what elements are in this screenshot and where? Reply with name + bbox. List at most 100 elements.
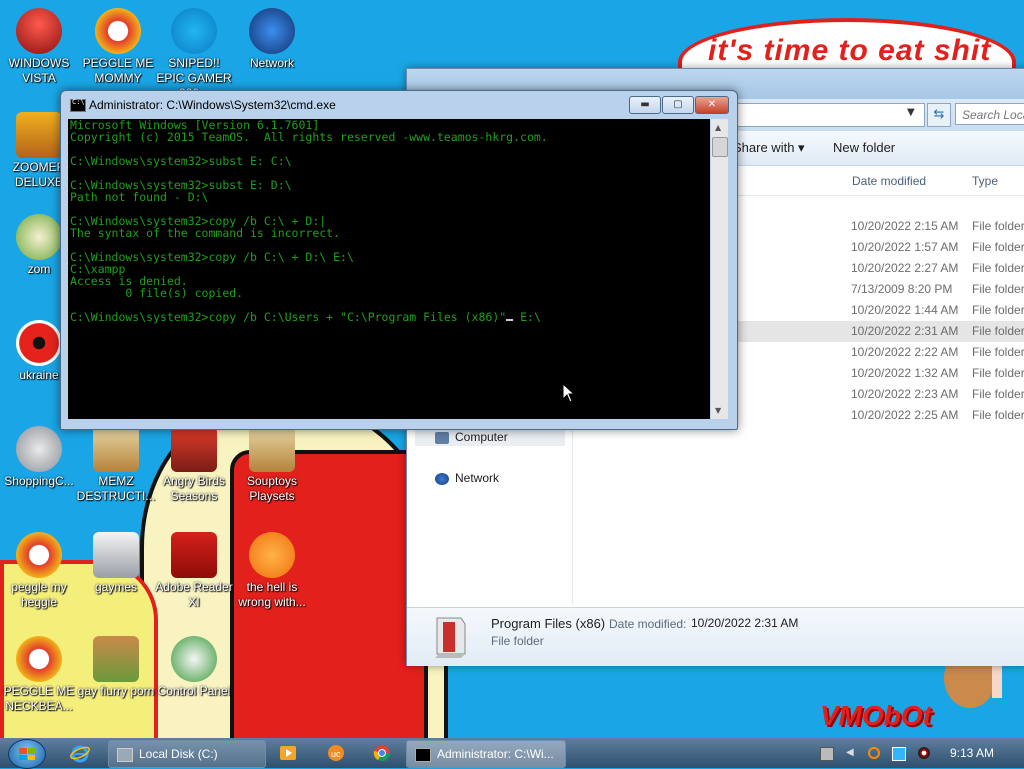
- nav-item-network[interactable]: Network: [435, 471, 499, 485]
- table-row[interactable]: 10/20/2022 2:22 AM File folder: [737, 342, 1024, 363]
- mouse-pointer-icon: [562, 383, 576, 403]
- gopher-box-icon: [93, 636, 139, 682]
- desktop-icon-label: PEGGLE ME MOMMY: [82, 56, 154, 85]
- desktop-icon-label: peggle my heggie: [11, 580, 67, 609]
- scroll-thumb[interactable]: [712, 137, 728, 157]
- share-with-button[interactable]: Share with ▾: [733, 140, 805, 156]
- desktop-icon-label: MEMZ DESTRUCTI...: [76, 474, 156, 503]
- taskbar: Local Disk (C:) uc Administrator: C:\Wi.…: [0, 738, 1024, 769]
- row-type: File folder: [972, 240, 1024, 254]
- show-hidden-icons-icon[interactable]: ◀: [846, 747, 858, 759]
- desktop-icon[interactable]: gaymes: [76, 532, 156, 595]
- address-dropdown-icon[interactable]: ▼: [907, 107, 915, 118]
- row-type: File folder: [972, 303, 1024, 317]
- chrome-icon[interactable]: [372, 743, 392, 763]
- scroll-down-icon[interactable]: ▼: [715, 406, 721, 415]
- column-date-modified[interactable]: Date modified: [852, 174, 926, 188]
- media-player-icon[interactable]: [278, 743, 298, 763]
- desktop-icon[interactable]: Network: [232, 8, 312, 71]
- internet-explorer-icon[interactable]: [70, 743, 90, 763]
- table-row[interactable]: 10/20/2022 1:44 AM File folder: [737, 300, 1024, 321]
- volume-tray-icon[interactable]: [918, 747, 930, 759]
- desktop-icon[interactable]: Control Panel: [154, 636, 234, 699]
- cmd-input-line[interactable]: C:\Windows\system32>copy /b C:\Users + "…: [68, 311, 710, 323]
- cmd-title: Administrator: C:\Windows\System32\cmd.e…: [89, 98, 336, 112]
- radiation-icon: [16, 320, 62, 366]
- cmd-output-line: The syntax of the command is incorrect.: [70, 226, 341, 240]
- desktop-icon-label: Angry Birds Seasons: [162, 474, 226, 503]
- details-date-value: 10/20/2022 2:31 AM: [691, 616, 799, 630]
- cmd-output-line: 0 file(s) copied.: [70, 286, 244, 300]
- wallpaper-signature: VMObOt: [820, 700, 932, 731]
- folder-icon: [435, 617, 466, 658]
- table-row[interactable]: 10/20/2022 2:15 AM File folder: [737, 216, 1024, 237]
- desktop-icon[interactable]: Souptoys Playsets: [232, 426, 312, 504]
- cmd-output-line: Copyright (c) 2015 TeamOS. All rights re…: [70, 130, 548, 144]
- control-panel-icon: [171, 636, 217, 682]
- windows-logo-icon: [19, 748, 35, 760]
- table-row[interactable]: 10/20/2022 2:25 AM File folder: [737, 405, 1024, 426]
- desktop-icon-label: ShoppingC...: [4, 474, 74, 488]
- desktop-icon[interactable]: ShoppingC...: [0, 426, 79, 489]
- maximize-button[interactable]: ▢: [662, 96, 694, 114]
- games-folder-icon: [93, 532, 139, 578]
- row-type: File folder: [972, 387, 1024, 401]
- desktop-icon[interactable]: MEMZ DESTRUCTI...: [76, 426, 156, 504]
- cmd-scrollbar[interactable]: ▲ ▼: [711, 119, 728, 419]
- desktop-icon-label: the hell is wrong with...: [238, 580, 306, 609]
- desktop-icon[interactable]: WINDOWS VISTA: [0, 8, 79, 86]
- nav-item-computer[interactable]: Computer: [415, 428, 565, 446]
- row-date: 10/20/2022 1:32 AM: [851, 366, 959, 380]
- row-date: 7/13/2009 8:20 PM: [851, 282, 953, 296]
- cmd-window[interactable]: Administrator: C:\Windows\System32\cmd.e…: [60, 90, 738, 430]
- taskbar-local-disk[interactable]: Local Disk (C:): [108, 740, 266, 768]
- search-tray-icon[interactable]: [868, 747, 880, 759]
- desktop-icon[interactable]: SNIPED!! EPIC GAMER 360...: [154, 8, 234, 101]
- details-type: File folder: [491, 634, 544, 648]
- desktop-icon[interactable]: the hell is wrong with...: [232, 532, 312, 610]
- scroll-up-icon[interactable]: ▲: [715, 123, 721, 132]
- network-icon: [435, 472, 449, 485]
- column-type[interactable]: Type: [972, 174, 998, 188]
- close-button[interactable]: ✕: [695, 96, 729, 114]
- desktop-icon-label: Network: [249, 56, 294, 70]
- computer-icon: [435, 431, 449, 444]
- table-row[interactable]: 10/20/2022 1:57 AM File folder: [737, 237, 1024, 258]
- search-input[interactable]: Search Loca: [955, 103, 1024, 125]
- desktop-icon[interactable]: Angry Birds Seasons: [154, 426, 234, 504]
- desktop-icon-label: Souptoys Playsets: [246, 474, 298, 503]
- taskbar-cmd[interactable]: Administrator: C:\Wi...: [406, 740, 566, 768]
- desktop-icon-label: gaymes: [94, 580, 138, 594]
- row-date: 10/20/2022 1:44 AM: [851, 303, 959, 317]
- details-name: Program Files (x86): [491, 616, 606, 631]
- table-row[interactable]: 10/20/2022 2:31 AM File folder: [737, 321, 1024, 342]
- desktop-icon[interactable]: PEGGLE ME MOMMY: [78, 8, 158, 86]
- row-date: 10/20/2022 2:25 AM: [851, 408, 959, 422]
- network-icon: [249, 8, 295, 54]
- clock[interactable]: 9:13 AM: [950, 746, 994, 760]
- minimize-button[interactable]: ▬: [629, 96, 661, 114]
- start-button[interactable]: [8, 739, 46, 769]
- row-date: 10/20/2022 2:15 AM: [851, 219, 959, 233]
- tray-app-icon[interactable]: [820, 747, 834, 761]
- desktop-icon[interactable]: peggle my heggie: [0, 532, 79, 610]
- desktop-icon[interactable]: PEGGLE ME NECKBEA...: [0, 636, 79, 714]
- refresh-icon[interactable]: ⇆: [927, 103, 951, 127]
- monitor-tray-icon[interactable]: [892, 747, 906, 761]
- cmd-console[interactable]: Microsoft Windows [Version 6.1.7601] Cop…: [68, 119, 710, 419]
- skype-icon: [171, 8, 217, 54]
- new-folder-button[interactable]: New folder: [833, 140, 895, 155]
- details-date-label: Date modified:: [609, 617, 687, 631]
- uc-browser-icon[interactable]: uc: [326, 743, 346, 763]
- svg-text:uc: uc: [331, 749, 341, 759]
- desktop-icon[interactable]: gay fiurry porn: [76, 636, 156, 699]
- table-row[interactable]: 7/13/2009 8:20 PM File folder: [737, 279, 1024, 300]
- peggle-icon: [16, 532, 62, 578]
- table-row[interactable]: 10/20/2022 1:32 AM File folder: [737, 363, 1024, 384]
- desktop-icon[interactable]: Adobe Reader XI: [154, 532, 234, 610]
- address-box[interactable]: [727, 103, 925, 127]
- adobe-reader-icon: [171, 532, 217, 578]
- cmd-icon: [70, 98, 86, 112]
- table-row[interactable]: 10/20/2022 2:23 AM File folder: [737, 384, 1024, 405]
- table-row[interactable]: 10/20/2022 2:27 AM File folder: [737, 258, 1024, 279]
